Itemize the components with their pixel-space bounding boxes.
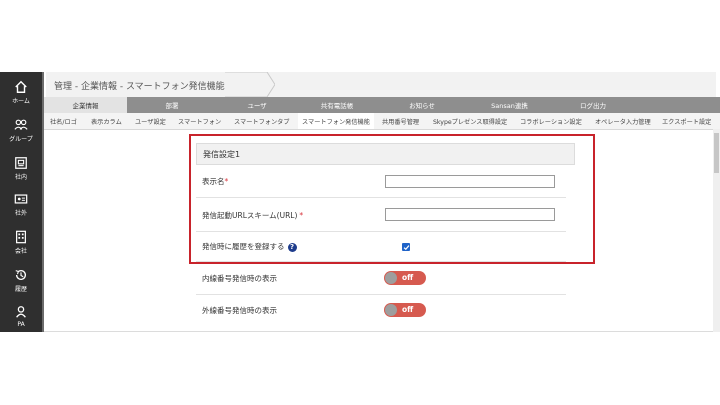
tab-label: オペレータ入力管理 [595, 118, 651, 126]
home-icon [15, 80, 27, 93]
form-row-external-display: 外線番号発信時の表示 off [196, 295, 566, 329]
sidebar-item-label: 履歴 [14, 285, 27, 293]
field-label: 内線番号発信時の表示 [202, 274, 277, 283]
sidebar-item-history[interactable]: 履歴 [0, 262, 42, 298]
breadcrumb-text: 管理 - 企業情報 - スマートフォン発信機能 [54, 82, 225, 92]
history-icon [15, 269, 27, 280]
sidebar-item-label: 会社 [14, 247, 27, 255]
tab-label: 共用番号管理 [382, 118, 420, 126]
check-icon [403, 244, 409, 250]
tab-sansan[interactable]: Sansan連携 [467, 97, 552, 113]
internal-display-toggle[interactable]: off [384, 271, 426, 285]
display-name-input[interactable] [385, 175, 555, 188]
subtab-user-settings[interactable]: ユーザ設定 [135, 113, 166, 129]
sidebar-item-label: 社外 [14, 209, 27, 217]
toggle-state: off [402, 305, 414, 314]
form-row-display-name: 表示名* [196, 165, 566, 198]
tab-company-info[interactable]: 企業情報 [44, 97, 127, 113]
tab-label: コラボレーション設定 [520, 118, 582, 126]
sidebar-item-internal[interactable]: 社内 [0, 150, 42, 186]
field-label: 表示名* [202, 176, 228, 187]
tab-label: Sansan連携 [491, 102, 528, 110]
sub-tab-bar: 社名/ロゴ 表示カラム ユーザ設定 スマートフォン スマートフォンタブ スマート… [44, 113, 720, 130]
sidebar-item-label: 社内 [14, 173, 27, 181]
subtab-shared-number[interactable]: 共用番号管理 [382, 113, 419, 129]
breadcrumb-arrow-icon [225, 72, 275, 97]
tab-label: エクスポート設定 [662, 118, 712, 126]
sidebar-item-group[interactable]: グループ [0, 112, 42, 148]
sidebar-item-label: ホーム [12, 97, 30, 105]
person-icon [16, 305, 26, 318]
subtab-smartphone[interactable]: スマートフォン [178, 113, 221, 129]
field-label: 発信時に履歴を登録する? [202, 241, 297, 252]
sidebar-item-label: グループ [9, 135, 33, 143]
tab-label: スマートフォン発信機能 [302, 118, 370, 126]
tab-label: 共有電話帳 [320, 102, 354, 110]
tab-label: スマートフォン [178, 118, 222, 126]
external-display-toggle[interactable]: off [384, 303, 426, 317]
sidebar-item-pa[interactable]: PA [0, 298, 42, 332]
vertical-scrollbar[interactable] [713, 129, 720, 332]
tab-label: 部署 [165, 102, 179, 110]
form-row-url-scheme: 発信起動URLスキーム(URL) * [196, 198, 566, 232]
tab-label: 社名/ロゴ [50, 118, 77, 126]
toggle-state: off [402, 273, 414, 282]
tab-label: 表示カラム [91, 118, 122, 126]
sidebar: ホーム グループ 社内 社外 会社 履歴 PA [0, 72, 42, 332]
sidebar-item-external[interactable]: 社外 [0, 186, 42, 222]
sidebar-item-label: PA [17, 320, 25, 328]
tab-log-output[interactable]: ログ出力 [552, 97, 634, 113]
subtab-smartphone-call[interactable]: スマートフォン発信機能 [298, 113, 374, 129]
tab-shared-phonebook[interactable]: 共有電話帳 [297, 97, 377, 113]
required-mark: * [299, 211, 304, 220]
subtab-display-columns[interactable]: 表示カラム [91, 113, 122, 129]
subtab-collaboration[interactable]: コラボレーション設定 [520, 113, 582, 129]
section-title: 発信設定1 [203, 149, 241, 159]
required-mark: * [224, 177, 229, 186]
tab-user[interactable]: ユーザ [217, 97, 297, 113]
tab-label: ユーザ [247, 102, 267, 110]
help-icon[interactable]: ? [287, 242, 297, 252]
form-row-internal-display: 内線番号発信時の表示 off [196, 264, 566, 295]
url-scheme-input[interactable] [385, 208, 555, 221]
tab-label: お知らせ [409, 102, 435, 110]
field-label-text: 発信起動URLスキーム(URL) [202, 211, 298, 220]
field-label: 発信起動URLスキーム(URL) * [202, 210, 303, 221]
subtab-export[interactable]: エクスポート設定 [662, 113, 711, 129]
tab-label: スマートフォンタブ [234, 118, 290, 126]
section-header: 発信設定1 [196, 143, 575, 165]
field-label: 外線番号発信時の表示 [202, 306, 277, 315]
sidebar-item-home[interactable]: ホーム [0, 74, 42, 110]
toggle-knob [385, 272, 397, 284]
subtab-company-logo[interactable]: 社名/ロゴ [50, 113, 77, 129]
subtab-smartphone-tab[interactable]: スマートフォンタブ [234, 113, 290, 129]
content-bottom-border [44, 331, 720, 332]
card-icon [14, 193, 28, 204]
field-label-text: 表示名 [202, 177, 225, 186]
form-row-register-history: 発信時に履歴を登録する? [196, 232, 566, 262]
scrollbar-thumb[interactable] [714, 133, 719, 173]
tab-notice[interactable]: お知らせ [377, 97, 467, 113]
subtab-skype-presence[interactable]: Skypeプレゼンス取得設定 [433, 113, 507, 129]
sidebar-item-company[interactable]: 会社 [0, 224, 42, 260]
building-icon [15, 156, 27, 169]
company-icon [16, 230, 26, 243]
tab-label: 企業情報 [72, 102, 99, 110]
tab-label: ログ出力 [580, 102, 606, 110]
group-icon [14, 119, 28, 130]
register-history-checkbox[interactable] [402, 243, 410, 251]
tab-label: ユーザ設定 [135, 118, 166, 126]
main-tab-bar: 企業情報 部署 ユーザ 共有電話帳 お知らせ Sansan連携 ログ出力 [44, 97, 720, 113]
breadcrumb: 管理 - 企業情報 - スマートフォン発信機能 [46, 72, 716, 97]
tab-department[interactable]: 部署 [127, 97, 217, 113]
subtab-operator-input[interactable]: オペレータ入力管理 [595, 113, 651, 129]
toggle-knob [385, 304, 397, 316]
tab-label: Skypeプレゼンス取得設定 [433, 118, 508, 126]
field-label-text: 発信時に履歴を登録する [202, 242, 285, 251]
